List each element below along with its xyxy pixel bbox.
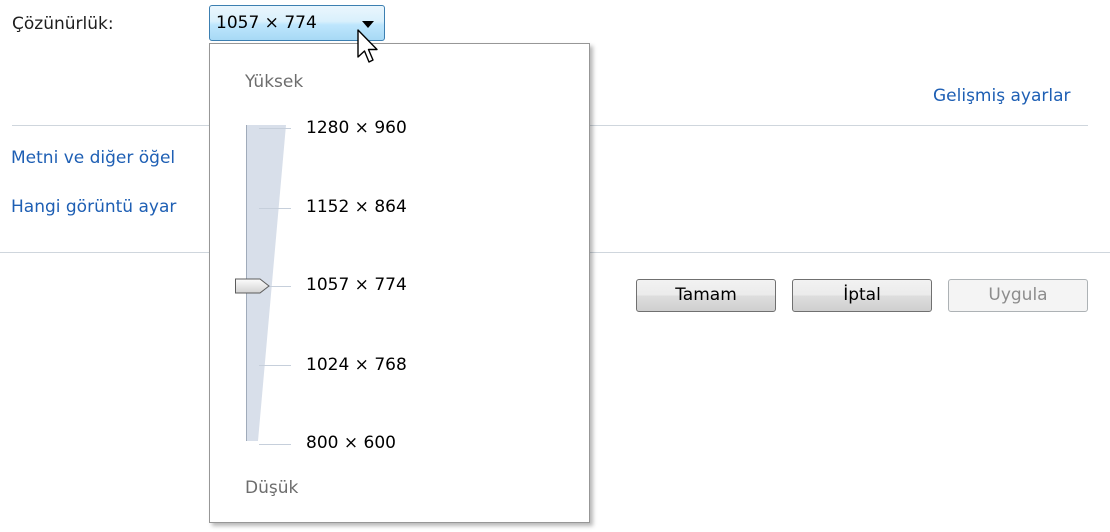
- resolution-option[interactable]: 1280 × 960: [306, 118, 407, 138]
- chevron-down-icon[interactable]: [362, 21, 374, 28]
- slider-tick: [259, 365, 291, 366]
- slider-tick: [259, 208, 291, 209]
- resolution-selected-value: 1057 × 774: [216, 13, 317, 33]
- resolution-popup: Yüksek 1280 × 960 1152 × 864 1057 × 774 …: [209, 43, 590, 523]
- resolution-option[interactable]: 1024 × 768: [306, 355, 407, 375]
- resolution-option[interactable]: 1057 × 774: [306, 275, 407, 295]
- cancel-button[interactable]: İptal: [792, 279, 932, 312]
- display-settings-link[interactable]: Hangi görüntü ayar: [11, 197, 176, 217]
- text-size-link[interactable]: Metni ve diğer öğel: [11, 148, 175, 168]
- mouse-cursor-icon: [357, 29, 378, 63]
- slider-tick: [259, 444, 291, 445]
- low-label: Düşük: [245, 478, 299, 498]
- resolution-label: Çözünürlük:: [12, 14, 114, 34]
- resolution-option[interactable]: 800 × 600: [306, 433, 396, 453]
- ok-button[interactable]: Tamam: [636, 279, 776, 312]
- advanced-settings-link[interactable]: Gelişmiş ayarlar: [933, 86, 1071, 106]
- high-label: Yüksek: [245, 72, 304, 92]
- resolution-option[interactable]: 1152 × 864: [306, 197, 407, 217]
- slider-thumb[interactable]: [234, 277, 272, 295]
- slider-tick: [259, 128, 291, 129]
- apply-button: Uygula: [948, 279, 1088, 312]
